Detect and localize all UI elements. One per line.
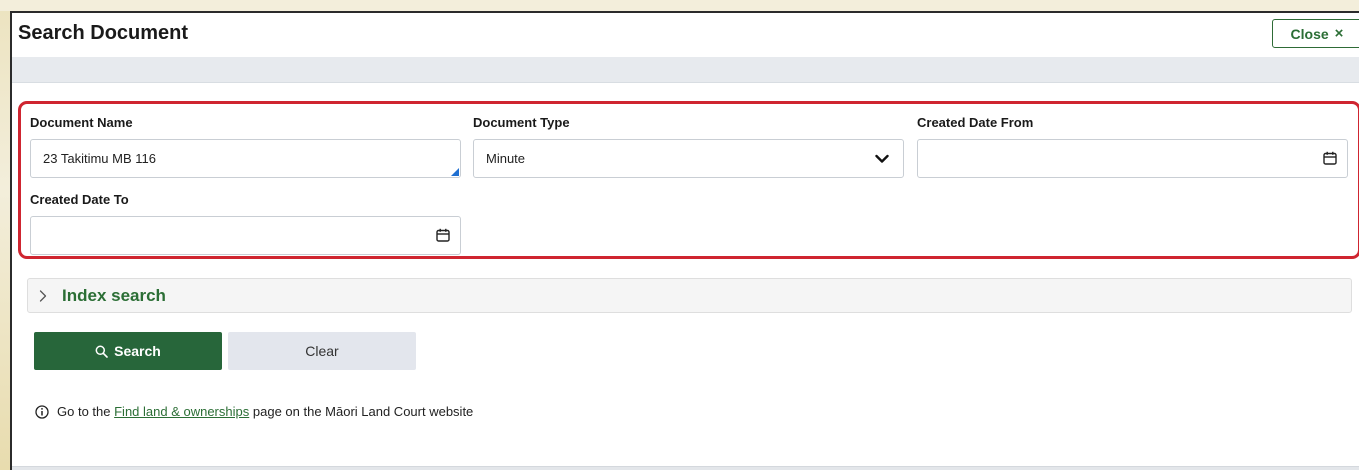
search-icon bbox=[95, 345, 108, 358]
created-date-from-label: Created Date From bbox=[917, 115, 1034, 130]
background-top-edge bbox=[0, 0, 1359, 11]
chevron-down-icon bbox=[875, 154, 889, 163]
info-suffix: page on the Māori Land Court website bbox=[252, 404, 474, 419]
background-left-edge bbox=[0, 0, 10, 470]
document-type-selected: Minute bbox=[486, 151, 526, 166]
header-divider-band bbox=[12, 57, 1359, 83]
calendar-icon[interactable] bbox=[436, 228, 450, 242]
search-button[interactable]: Search bbox=[34, 332, 222, 370]
document-type-label: Document Type bbox=[473, 115, 570, 130]
close-button[interactable]: Close × bbox=[1272, 19, 1359, 48]
footer-divider-band bbox=[12, 466, 1359, 470]
info-icon bbox=[35, 404, 49, 419]
chevron-right-icon bbox=[39, 289, 47, 302]
dialog-header: Search Document Close × bbox=[12, 13, 1359, 56]
index-search-label: Index search bbox=[62, 285, 166, 305]
calendar-icon[interactable] bbox=[1323, 151, 1337, 165]
info-message: Go to the Find land & ownerships page on… bbox=[35, 404, 473, 419]
close-icon: × bbox=[1334, 25, 1344, 42]
document-name-value: 23 Takitimu MB 116 bbox=[43, 151, 156, 166]
document-name-input[interactable]: 23 Takitimu MB 116 bbox=[30, 139, 461, 178]
document-name-label: Document Name bbox=[30, 115, 133, 130]
close-button-label: Close bbox=[1290, 25, 1329, 42]
document-type-select[interactable]: Minute bbox=[473, 139, 904, 178]
search-filters-panel: Document Name 23 Takitimu MB 116 Documen… bbox=[18, 101, 1359, 259]
search-document-dialog: Search Document Close × Document Name 23… bbox=[10, 11, 1359, 470]
created-date-to-input[interactable] bbox=[30, 216, 461, 255]
clear-button[interactable]: Clear bbox=[228, 332, 416, 370]
resize-handle-icon[interactable] bbox=[451, 168, 459, 176]
created-date-from-input[interactable] bbox=[917, 139, 1348, 178]
index-search-accordion[interactable]: Index search bbox=[27, 278, 1352, 313]
clear-button-label: Clear bbox=[305, 343, 339, 359]
search-button-label: Search bbox=[114, 343, 161, 359]
find-land-ownerships-link[interactable]: Find land & ownerships bbox=[114, 404, 249, 419]
dialog-title: Search Document bbox=[18, 22, 189, 44]
created-date-to-label: Created Date To bbox=[30, 192, 129, 207]
info-prefix: Go to the bbox=[57, 404, 111, 419]
